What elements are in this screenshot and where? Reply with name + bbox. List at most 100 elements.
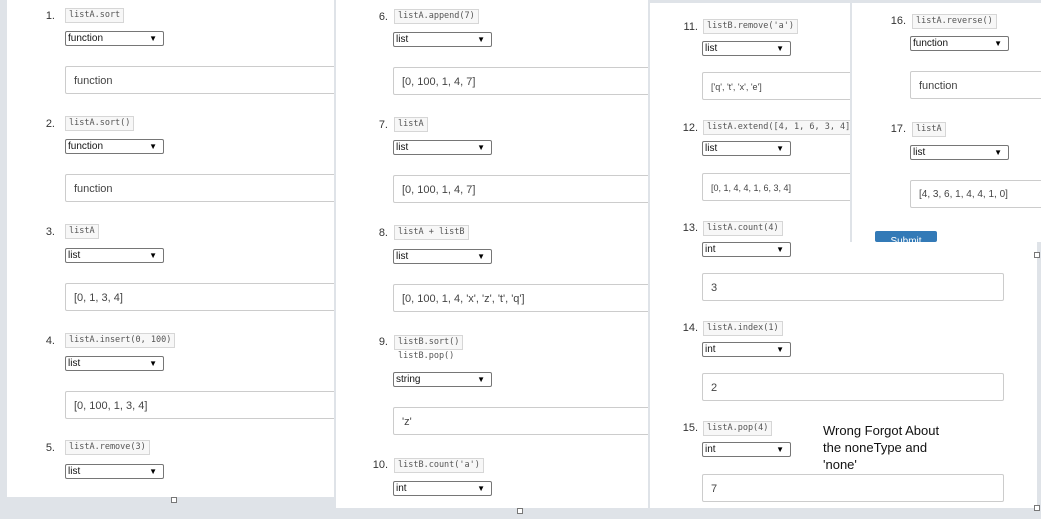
dropdown-arrow-icon: ▼ <box>776 245 784 254</box>
screenshot-panel-2: 6. listA.append(7) list ▼ [0, 100, 1, 4, … <box>336 0 648 508</box>
dropdown-arrow-icon: ▼ <box>149 359 157 368</box>
question-code: listA <box>65 224 99 239</box>
resize-handle[interactable] <box>1034 505 1040 511</box>
question-code: listA.remove(3) <box>65 440 150 455</box>
type-select[interactable]: function ▼ <box>65 139 164 154</box>
resize-handle[interactable] <box>517 508 523 514</box>
question-code: listA.index(1) <box>703 321 783 336</box>
question-number: 8. <box>378 227 388 239</box>
question-code: listA.extend([4, 1, 6, 3, 4]) <box>703 120 850 135</box>
question-number: 7. <box>378 119 388 131</box>
type-select[interactable]: list ▼ <box>702 141 791 156</box>
selected-value: list <box>705 43 718 54</box>
resize-handle[interactable] <box>171 497 177 503</box>
question-code: listA.reverse() <box>912 14 997 29</box>
type-select[interactable]: list ▼ <box>393 32 492 47</box>
type-select[interactable]: int ▼ <box>702 342 791 357</box>
question-code: listB.remove('a') <box>703 19 798 34</box>
question-number: 17. <box>890 123 906 135</box>
type-select[interactable]: string ▼ <box>393 372 492 387</box>
type-select[interactable]: int ▼ <box>702 442 791 457</box>
type-select[interactable]: list ▼ <box>702 41 791 56</box>
screenshot-panel-4: 16. listA.reverse() function ▼ function 1… <box>852 3 1041 242</box>
question-number: 4. <box>45 335 55 347</box>
type-select[interactable]: list ▼ <box>910 145 1009 160</box>
submit-button[interactable]: Submit <box>875 231 937 242</box>
answer-field[interactable]: 'z' <box>393 407 648 435</box>
dropdown-arrow-icon: ▼ <box>149 251 157 260</box>
type-select[interactable]: list ▼ <box>65 356 164 371</box>
dropdown-arrow-icon: ▼ <box>776 445 784 454</box>
dropdown-arrow-icon: ▼ <box>477 252 485 261</box>
question-code: listA.insert(0, 100) <box>65 333 176 348</box>
selected-value: list <box>68 358 81 369</box>
selected-value: list <box>68 250 81 261</box>
type-select[interactable]: int ▼ <box>393 481 492 496</box>
answer-field[interactable]: function <box>910 71 1041 99</box>
question-code: listA.append(7) <box>394 9 479 24</box>
question-code: listB.sort() <box>394 335 464 350</box>
note-line: Wrong Forgot About <box>823 423 940 438</box>
screenshot-panel-5: int ▼ 3 14. listA.index(1) int ▼ 2 15. lis… <box>650 242 1037 508</box>
note-line: 'none' <box>823 457 857 472</box>
question-code: listB.count('a') <box>394 458 484 473</box>
selected-value: list <box>913 147 926 158</box>
answer-field[interactable]: 2 <box>702 373 1004 401</box>
selected-value: int <box>705 244 716 255</box>
question-number: 5. <box>45 442 55 454</box>
question-number: 12. <box>682 122 698 134</box>
answer-field[interactable]: 7 <box>702 474 1004 502</box>
answer-field[interactable]: function <box>65 174 334 202</box>
question-number: 13. <box>682 222 698 234</box>
answer-field[interactable]: [0, 100, 1, 4, 7] <box>393 175 648 203</box>
answer-field[interactable]: 3 <box>702 273 1004 301</box>
selected-value: function <box>68 33 104 44</box>
dropdown-arrow-icon: ▼ <box>477 143 485 152</box>
type-select[interactable]: function ▼ <box>65 31 164 46</box>
question-number: 11. <box>683 21 698 33</box>
selected-value: int <box>705 344 716 355</box>
question-code: listA.count(4) <box>703 221 783 236</box>
type-select[interactable]: list ▼ <box>393 140 492 155</box>
type-select[interactable]: list ▼ <box>65 464 164 479</box>
question-number: 16. <box>890 15 906 27</box>
handwritten-note: Wrong Forgot About the noneType and 'non… <box>823 422 939 473</box>
answer-field[interactable]: [0, 100, 1, 4, 7] <box>393 67 648 95</box>
question-code: listA + listB <box>394 225 469 240</box>
dropdown-arrow-icon: ▼ <box>477 35 485 44</box>
selected-value: list <box>396 142 409 153</box>
screenshot-panel-1: 1. listA.sort function ▼ function 2. list… <box>7 0 334 497</box>
answer-field[interactable]: [0, 100, 1, 4, 'x', 'z', 't', 'q'] <box>393 284 648 312</box>
question-number: 14. <box>682 322 698 334</box>
question-code: listA.pop(4) <box>703 421 773 436</box>
dropdown-arrow-icon: ▼ <box>477 484 485 493</box>
selected-value: function <box>913 38 949 49</box>
type-select[interactable]: list ▼ <box>393 249 492 264</box>
note-line: the noneType and <box>823 440 928 455</box>
dropdown-arrow-icon: ▼ <box>776 44 784 53</box>
answer-field[interactable]: [0, 1, 3, 4] <box>65 283 334 311</box>
type-select[interactable]: function ▼ <box>910 36 1009 51</box>
answer-field[interactable]: [0, 100, 1, 3, 4] <box>65 391 334 419</box>
selected-value: int <box>705 444 716 455</box>
answer-field[interactable]: [4, 3, 6, 1, 4, 4, 1, 0] <box>910 180 1041 208</box>
dropdown-arrow-icon: ▼ <box>994 39 1002 48</box>
type-select[interactable]: int ▼ <box>702 242 791 257</box>
dropdown-arrow-icon: ▼ <box>994 148 1002 157</box>
question-code: listA <box>912 122 946 137</box>
type-select[interactable]: list ▼ <box>65 248 164 263</box>
question-number: 15. <box>682 422 698 434</box>
question-number: 2. <box>45 118 55 130</box>
selected-value: list <box>68 466 81 477</box>
resize-handle[interactable] <box>1034 252 1040 258</box>
selected-value: list <box>396 251 409 262</box>
question-code: listB.pop() <box>398 351 455 361</box>
selected-value: int <box>396 483 407 494</box>
dropdown-arrow-icon: ▼ <box>776 345 784 354</box>
answer-field[interactable]: [0, 1, 4, 4, 1, 6, 3, 4] <box>702 173 850 201</box>
dropdown-arrow-icon: ▼ <box>149 467 157 476</box>
answer-field[interactable]: function <box>65 66 334 94</box>
selected-value: list <box>396 34 409 45</box>
answer-field[interactable]: ['q', 't', 'x', 'e'] <box>702 72 850 100</box>
question-number: 3. <box>45 226 55 238</box>
